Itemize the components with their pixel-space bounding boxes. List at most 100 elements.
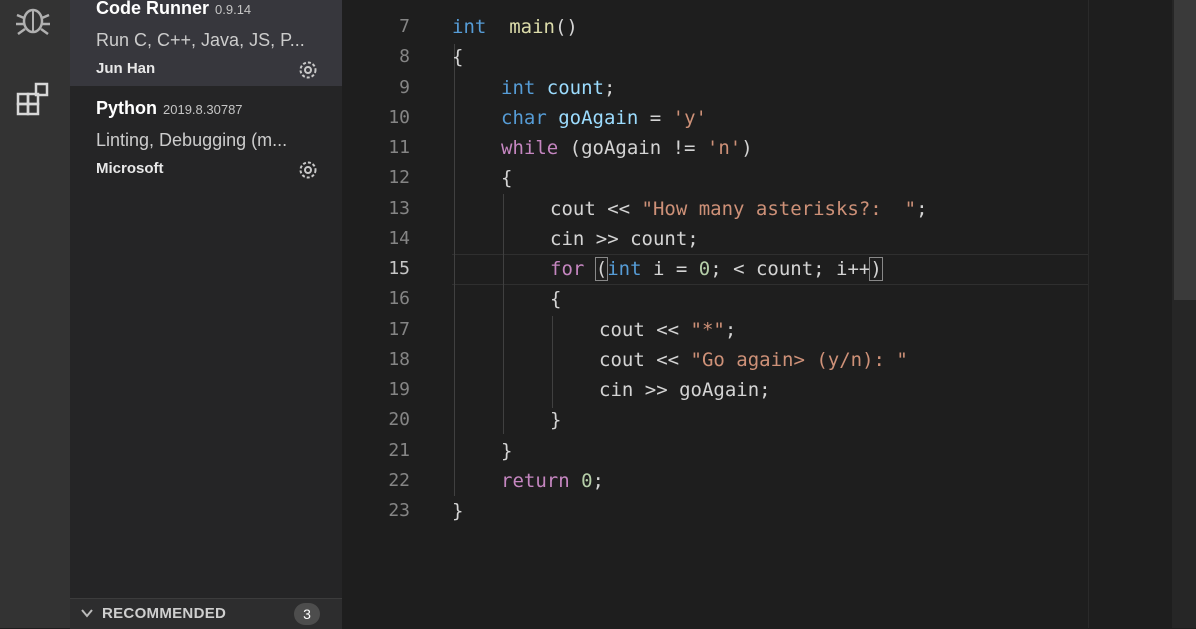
code-token: count: [546, 76, 604, 99]
code-line[interactable]: 20}: [342, 405, 1088, 435]
code-token: "*": [690, 318, 725, 341]
code-token: int: [452, 16, 487, 38]
line-number: 19: [388, 379, 410, 400]
count-badge: 3: [294, 603, 320, 625]
chevron-down-icon: [80, 605, 94, 619]
code-token: int: [607, 258, 642, 280]
code-text: cout << "How many asterisks?: ";: [550, 194, 928, 224]
extension-item-code-runner[interactable]: Code Runner 0.9.14 Run C, C++, Java, JS, …: [70, 0, 342, 86]
code-text: }: [550, 405, 561, 435]
line-number: 7: [399, 16, 410, 37]
gear-icon[interactable]: [296, 58, 320, 82]
code-token: cin >> count;: [550, 227, 699, 250]
code-token: for: [550, 258, 585, 280]
code-text: cin >> count;: [550, 224, 699, 254]
extension-item-python[interactable]: Python 2019.8.30787 Linting, Debugging (m…: [70, 92, 342, 182]
minimap-divider: [1088, 0, 1089, 628]
code-token: (goAgain !=: [558, 137, 707, 159]
code-line[interactable]: 14 cin >> count;: [342, 224, 1088, 254]
code-token: cout <<: [550, 197, 642, 220]
code-token: ; < count; i++: [710, 258, 871, 280]
code-token: cout <<: [599, 348, 691, 371]
code-token: {: [452, 46, 464, 69]
code-token: ;: [603, 76, 616, 99]
code-token: char: [501, 106, 547, 129]
code-token: return: [501, 469, 570, 492]
line-number: 14: [388, 227, 410, 249]
line-number: 20: [388, 409, 410, 431]
code-line[interactable]: 22 return 0;: [342, 466, 1088, 496]
code-token: ): [741, 137, 753, 159]
code-text: cin >> goAgain;: [599, 375, 771, 405]
extension-publisher: Microsoft: [96, 160, 164, 177]
scrollbar-thumb[interactable]: [1174, 0, 1196, 300]
code-text: }: [452, 496, 463, 526]
line-number: 12: [388, 167, 410, 189]
extension-name: Python 2019.8.30787: [96, 98, 243, 118]
code-token: int: [501, 76, 536, 99]
line-number: 9: [399, 76, 410, 98]
gear-icon[interactable]: [296, 158, 320, 182]
code-line[interactable]: 9 int count;: [342, 73, 1088, 103]
recommended-section-header[interactable]: RECOMMENDED 3: [70, 598, 342, 629]
code-token: (: [594, 257, 609, 281]
code-token: {: [550, 288, 562, 311]
code-text: for (int i = 0; < count; i++): [550, 254, 883, 284]
code-token: while: [501, 137, 559, 159]
line-number: 11: [388, 137, 410, 158]
code-line[interactable]: 19 cin >> goAgain;: [342, 375, 1088, 405]
code-line[interactable]: 21}: [342, 436, 1088, 466]
code-text: }: [501, 436, 512, 466]
code-token: ): [869, 257, 883, 281]
code-token: 'y': [672, 106, 707, 129]
code-line[interactable]: 17 cout << "*";: [342, 315, 1088, 345]
code-line[interactable]: 12 {: [342, 163, 1088, 193]
bug-icon[interactable]: [10, 0, 56, 42]
activity-bar: [0, 0, 70, 628]
code-text: {: [452, 42, 463, 72]
extension-description: Linting, Debugging (m...: [96, 130, 288, 150]
line-number: 21: [388, 439, 410, 461]
line-number: 15: [388, 258, 410, 279]
code-token: "How many asterisks?: ": [641, 197, 917, 220]
code-line[interactable]: 8{: [342, 42, 1088, 72]
code-token: main: [509, 16, 555, 38]
code-text: cout << "Go again> (y/n): ": [599, 345, 908, 375]
code-token: 0: [581, 469, 593, 492]
code-token: (): [554, 16, 578, 38]
code-line[interactable]: 13 cout << "How many asterisks?: ";: [342, 194, 1088, 224]
code-text: {: [501, 163, 512, 193]
extension-version: 0.9.14: [215, 2, 252, 17]
line-number: 18: [388, 348, 410, 370]
code-line[interactable]: 10 char goAgain = 'y': [342, 103, 1088, 133]
code-token: cin >> goAgain;: [599, 379, 771, 401]
code-token: =: [638, 106, 673, 129]
code-token: ;: [724, 318, 737, 341]
code-line[interactable]: 23}: [342, 496, 1088, 526]
code-text: {: [550, 284, 561, 314]
code-line[interactable]: 18 cout << "Go again> (y/n): ": [342, 345, 1088, 375]
line-number: 23: [388, 500, 410, 521]
code-token: goAgain: [558, 106, 639, 129]
code-text: int main(): [452, 12, 578, 42]
code-token: 'n': [706, 137, 742, 159]
code-text: cout << "*";: [599, 315, 736, 345]
extensions-sidebar: Code Runner 0.9.14 Run C, C++, Java, JS, …: [70, 0, 342, 628]
code-token: i =: [641, 258, 699, 280]
code-line[interactable]: 7 int main(): [342, 12, 1088, 42]
extensions-icon[interactable]: [10, 76, 56, 122]
code-token: 0: [698, 258, 711, 280]
line-number: 10: [388, 106, 410, 128]
line-number: 17: [388, 318, 410, 340]
code-line[interactable]: 15 for (int i = 0; < count; i++): [342, 254, 1088, 284]
extension-description: Run C, C++, Java, JS, P...: [96, 30, 305, 50]
code-token: cout <<: [599, 318, 691, 341]
code-text: while (goAgain != 'n'): [501, 133, 753, 163]
code-token: "Go again> (y/n): ": [690, 348, 908, 371]
code-line[interactable]: 11 while (goAgain != 'n'): [342, 133, 1088, 163]
code-line[interactable]: 16 {: [342, 284, 1088, 314]
